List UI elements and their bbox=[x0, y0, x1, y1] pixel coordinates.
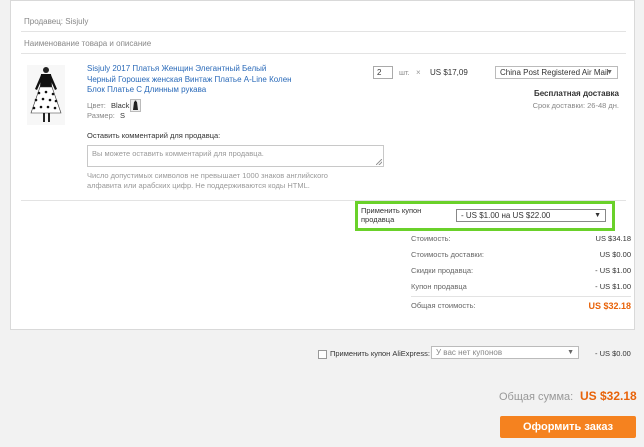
seller-coupon-label: Применить купон продавца bbox=[361, 206, 422, 224]
comment-label: Оставить комментарий для продавца: bbox=[87, 131, 221, 140]
aliexpress-coupon-label: Применить купон AliExpress: bbox=[330, 349, 430, 358]
shipping-method-select[interactable]: China Post Registered Air Mail ▼ bbox=[495, 66, 618, 79]
product-image[interactable] bbox=[27, 65, 65, 125]
divider bbox=[21, 53, 626, 54]
product-title[interactable]: Sisjuly 2017 Платья Женщин Элегантный Бе… bbox=[87, 64, 292, 96]
resize-grip-icon[interactable] bbox=[376, 159, 382, 165]
free-shipping: Бесплатная доставка bbox=[533, 89, 619, 98]
grand-total-label: Общая сумма: bbox=[499, 391, 574, 403]
quantity-input[interactable]: 2 bbox=[373, 66, 393, 79]
color-option: Цвет: Black bbox=[87, 101, 130, 110]
aliexpress-coupon-value: - US $0.00 bbox=[595, 349, 631, 358]
chevron-down-icon: ▼ bbox=[594, 212, 601, 219]
seller-name: Продавец: Sisjuly bbox=[24, 17, 89, 26]
chevron-down-icon: ▼ bbox=[567, 349, 574, 356]
seller-coupon-select[interactable]: - US $1.00 на US $22.00 ▼ bbox=[456, 209, 606, 222]
size-option: Размер: S bbox=[87, 111, 125, 120]
aliexpress-coupon-select[interactable]: У вас нет купонов ▼ bbox=[431, 346, 579, 359]
aliexpress-coupon-checkbox[interactable] bbox=[318, 350, 327, 359]
delivery-time: Срок доставки: 26-48 дн. bbox=[532, 101, 619, 110]
order-card: Продавец: Sisjuly Наименование товара и … bbox=[10, 0, 635, 330]
comment-textarea[interactable]: Вы можете оставить комментарий для прода… bbox=[87, 145, 384, 167]
grand-total-value: US $32.18 bbox=[580, 389, 637, 403]
chevron-down-icon: ▼ bbox=[606, 69, 613, 76]
unit-label: шт. bbox=[399, 68, 410, 77]
summary-row: Стоимость доставки: US $0.00 bbox=[411, 250, 631, 259]
divider bbox=[21, 31, 626, 32]
item-header: Наименование товара и описание bbox=[24, 39, 152, 48]
summary-row: Купон продавца - US $1.00 bbox=[411, 282, 631, 291]
order-total-row: Общая стоимость: US $32.18 bbox=[411, 301, 631, 311]
place-order-button[interactable]: Оформить заказ bbox=[500, 416, 636, 438]
comment-hint: Число допустимых символов не превышает 1… bbox=[87, 171, 328, 190]
seller-coupon-highlight: Применить купон продавца - US $1.00 на U… bbox=[355, 201, 615, 231]
unit-price: US $17,09 bbox=[430, 68, 468, 77]
color-swatch-icon bbox=[130, 99, 141, 112]
times-sign: × bbox=[416, 68, 421, 77]
summary-row: Скидки продавца: - US $1.00 bbox=[411, 266, 631, 275]
summary-row: Стоимость: US $34.18 bbox=[411, 234, 631, 243]
divider bbox=[411, 296, 631, 297]
